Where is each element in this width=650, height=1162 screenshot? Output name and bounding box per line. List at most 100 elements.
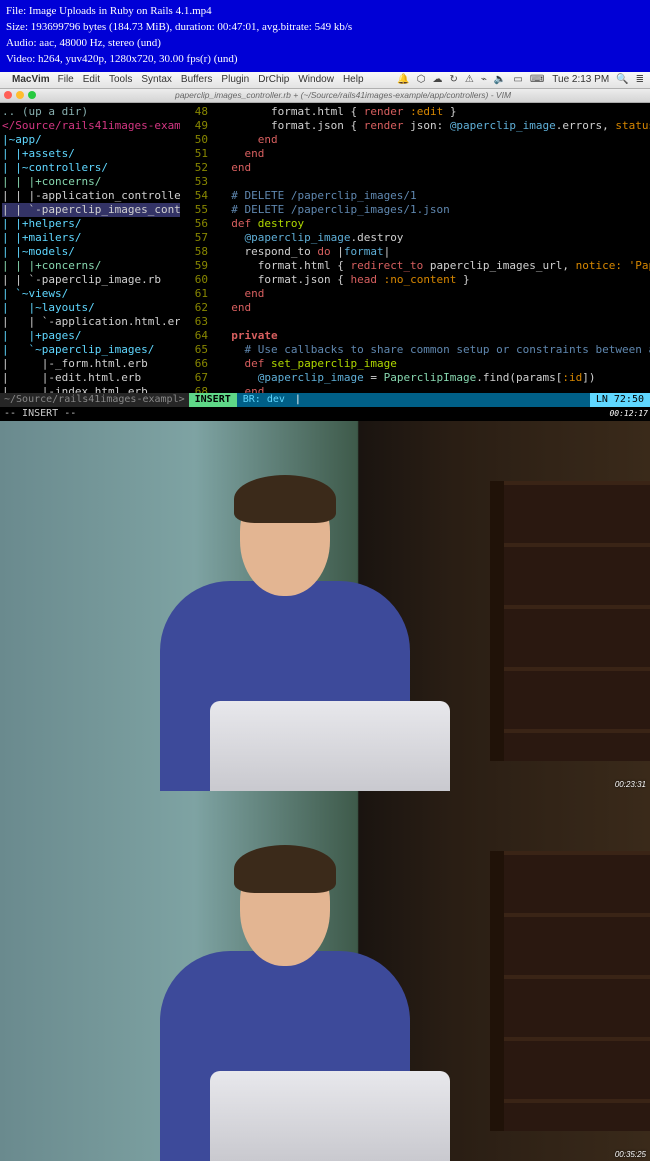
tree-row[interactable]: | | |+concerns/ [2,175,180,189]
status-mode: INSERT [189,393,237,407]
line-number: 58 [180,245,208,259]
tree-row[interactable]: </Source/rails41images-example/ [2,119,180,133]
vim-statusline: ~/Source/rails41images-exampl> INSERT BR… [0,393,650,407]
window-title: paperclip_images_controller.rb + (~/Sour… [40,90,646,100]
app-name[interactable]: MacVim [12,74,50,85]
line-number: 52 [180,161,208,175]
code-line[interactable]: @paperclip_image = PaperclipImage.find(p… [218,371,650,385]
spotlight-icon[interactable]: 🔍 [616,74,628,85]
status-lineno: LN 72:50 [590,393,650,407]
code-line[interactable]: format.json { render json: @paperclip_im… [218,119,650,133]
tree-row[interactable]: | | |+concerns/ [2,259,180,273]
battery-icon[interactable]: ▭ [513,74,522,85]
code-line[interactable]: end [218,133,650,147]
code-line[interactable]: @paperclip_image.destroy [218,231,650,245]
line-number: 59 [180,259,208,273]
code-line[interactable]: end [218,301,650,315]
code-line[interactable]: respond_to do |format| [218,245,650,259]
video-timestamp: 00:23:31 [615,780,646,789]
video-still: 00:35:25 [0,791,650,1161]
menu-tools[interactable]: Tools [109,74,132,85]
menu-drchip[interactable]: DrChip [258,74,289,85]
vim-commandline: -- INSERT -- 00:12:17 [0,407,650,421]
line-number: 66 [180,357,208,371]
code-line[interactable]: # Use callbacks to share common setup or… [218,343,650,357]
tree-row[interactable]: | |~layouts/ [2,301,180,315]
tree-row[interactable]: | |~controllers/ [2,161,180,175]
notification-center-icon[interactable]: ≣ [636,74,644,85]
dropbox-icon[interactable]: ⬡ [417,74,426,85]
code-line[interactable]: format.json { head :no_content } [218,273,650,287]
laptop [210,701,450,791]
nerdtree-panel[interactable]: .. (up a dir)</Source/rails41images-exam… [0,103,180,421]
menu-file[interactable]: File [58,74,74,85]
tree-row[interactable]: | |+pages/ [2,329,180,343]
line-number: 55 [180,203,208,217]
line-number: 63 [180,315,208,329]
status-location: | app/controllers/paperclip_images_contr… [291,393,590,407]
code-buffer[interactable]: format.html { render :edit } format.json… [214,103,650,421]
minimize-window-icon[interactable] [16,91,24,99]
tree-row[interactable]: | |+helpers/ [2,217,180,231]
code-line[interactable]: end [218,287,650,301]
tree-row[interactable]: | | `-paperclip_image.rb [2,273,180,287]
line-number: 53 [180,175,208,189]
tree-row[interactable]: |~app/ [2,133,180,147]
code-line[interactable]: # DELETE /paperclip_images/1 [218,189,650,203]
tree-row[interactable]: | |+mailers/ [2,231,180,245]
code-line[interactable]: format.html { redirect_to paperclip_imag… [218,259,650,273]
code-line[interactable]: end [218,161,650,175]
line-number: 50 [180,133,208,147]
bluetooth-icon[interactable]: ⌁ [481,74,487,85]
zoom-window-icon[interactable] [28,91,36,99]
menubar-clock[interactable]: Tue 2:13 PM [552,74,609,85]
code-line[interactable] [218,175,650,189]
tree-row[interactable]: | `~views/ [2,287,180,301]
menu-buffers[interactable]: Buffers [181,74,213,85]
menu-help[interactable]: Help [343,74,364,85]
mediainfo-video: Video: h264, yuv420p, 1280x720, 30.00 fp… [6,52,644,68]
mac-menubar: MacVim File Edit Tools Syntax Buffers Plugin D… [0,72,650,89]
wifi-icon[interactable]: ⚠︎ [465,74,474,85]
tree-row[interactable]: | |+assets/ [2,147,180,161]
tree-row[interactable]: | |-_form.html.erb [2,357,180,371]
mediainfo-file: File: Image Uploads in Ruby on Rails 4.1… [6,4,644,20]
menu-syntax[interactable]: Syntax [141,74,172,85]
code-line[interactable]: # DELETE /paperclip_images/1.json [218,203,650,217]
line-number: 67 [180,371,208,385]
tree-row[interactable]: | | |-application_controller.rb [2,189,180,203]
notification-icon[interactable]: 🔔 [397,74,409,85]
menu-window[interactable]: Window [298,74,334,85]
mediainfo-size: Size: 193699796 bytes (184.73 MiB), dura… [6,20,644,36]
status-path: ~/Source/rails41images-exampl> [0,393,189,407]
video-timestamp: 00:35:25 [615,1150,646,1159]
vim-editor[interactable]: .. (up a dir)</Source/rails41images-exam… [0,103,650,421]
mediainfo-audio: Audio: aac, 48000 Hz, stereo (und) [6,36,644,52]
code-line[interactable]: format.html { render :edit } [218,105,650,119]
menu-edit[interactable]: Edit [83,74,100,85]
line-number: 62 [180,301,208,315]
video-still: 00:23:31 [0,421,650,791]
tree-row[interactable]: | | `-paperclip_images_controll [2,203,180,217]
keyboard-icon[interactable]: ⌨ [530,74,544,85]
close-window-icon[interactable] [4,91,12,99]
line-gutter: 4849505152535455565758596061626364656667… [180,103,214,421]
code-line[interactable]: private [218,329,650,343]
menu-plugin[interactable]: Plugin [221,74,249,85]
sync-icon[interactable]: ↻ [450,74,458,85]
volume-icon[interactable]: 🔈 [494,74,506,85]
code-line[interactable]: def destroy [218,217,650,231]
tree-row[interactable]: | |~models/ [2,245,180,259]
line-number: 57 [180,231,208,245]
code-line[interactable]: end [218,147,650,161]
laptop [210,1071,450,1161]
video-timestamp: 00:12:17 [609,407,648,421]
line-number: 54 [180,189,208,203]
tree-row[interactable]: | | `-application.html.erb [2,315,180,329]
tree-row[interactable]: .. (up a dir) [2,105,180,119]
code-line[interactable] [218,315,650,329]
code-line[interactable]: def set_paperclip_image [218,357,650,371]
tree-row[interactable]: | |-edit.html.erb [2,371,180,385]
cloud-icon[interactable]: ☁ [433,74,443,85]
tree-row[interactable]: | `~paperclip_images/ [2,343,180,357]
